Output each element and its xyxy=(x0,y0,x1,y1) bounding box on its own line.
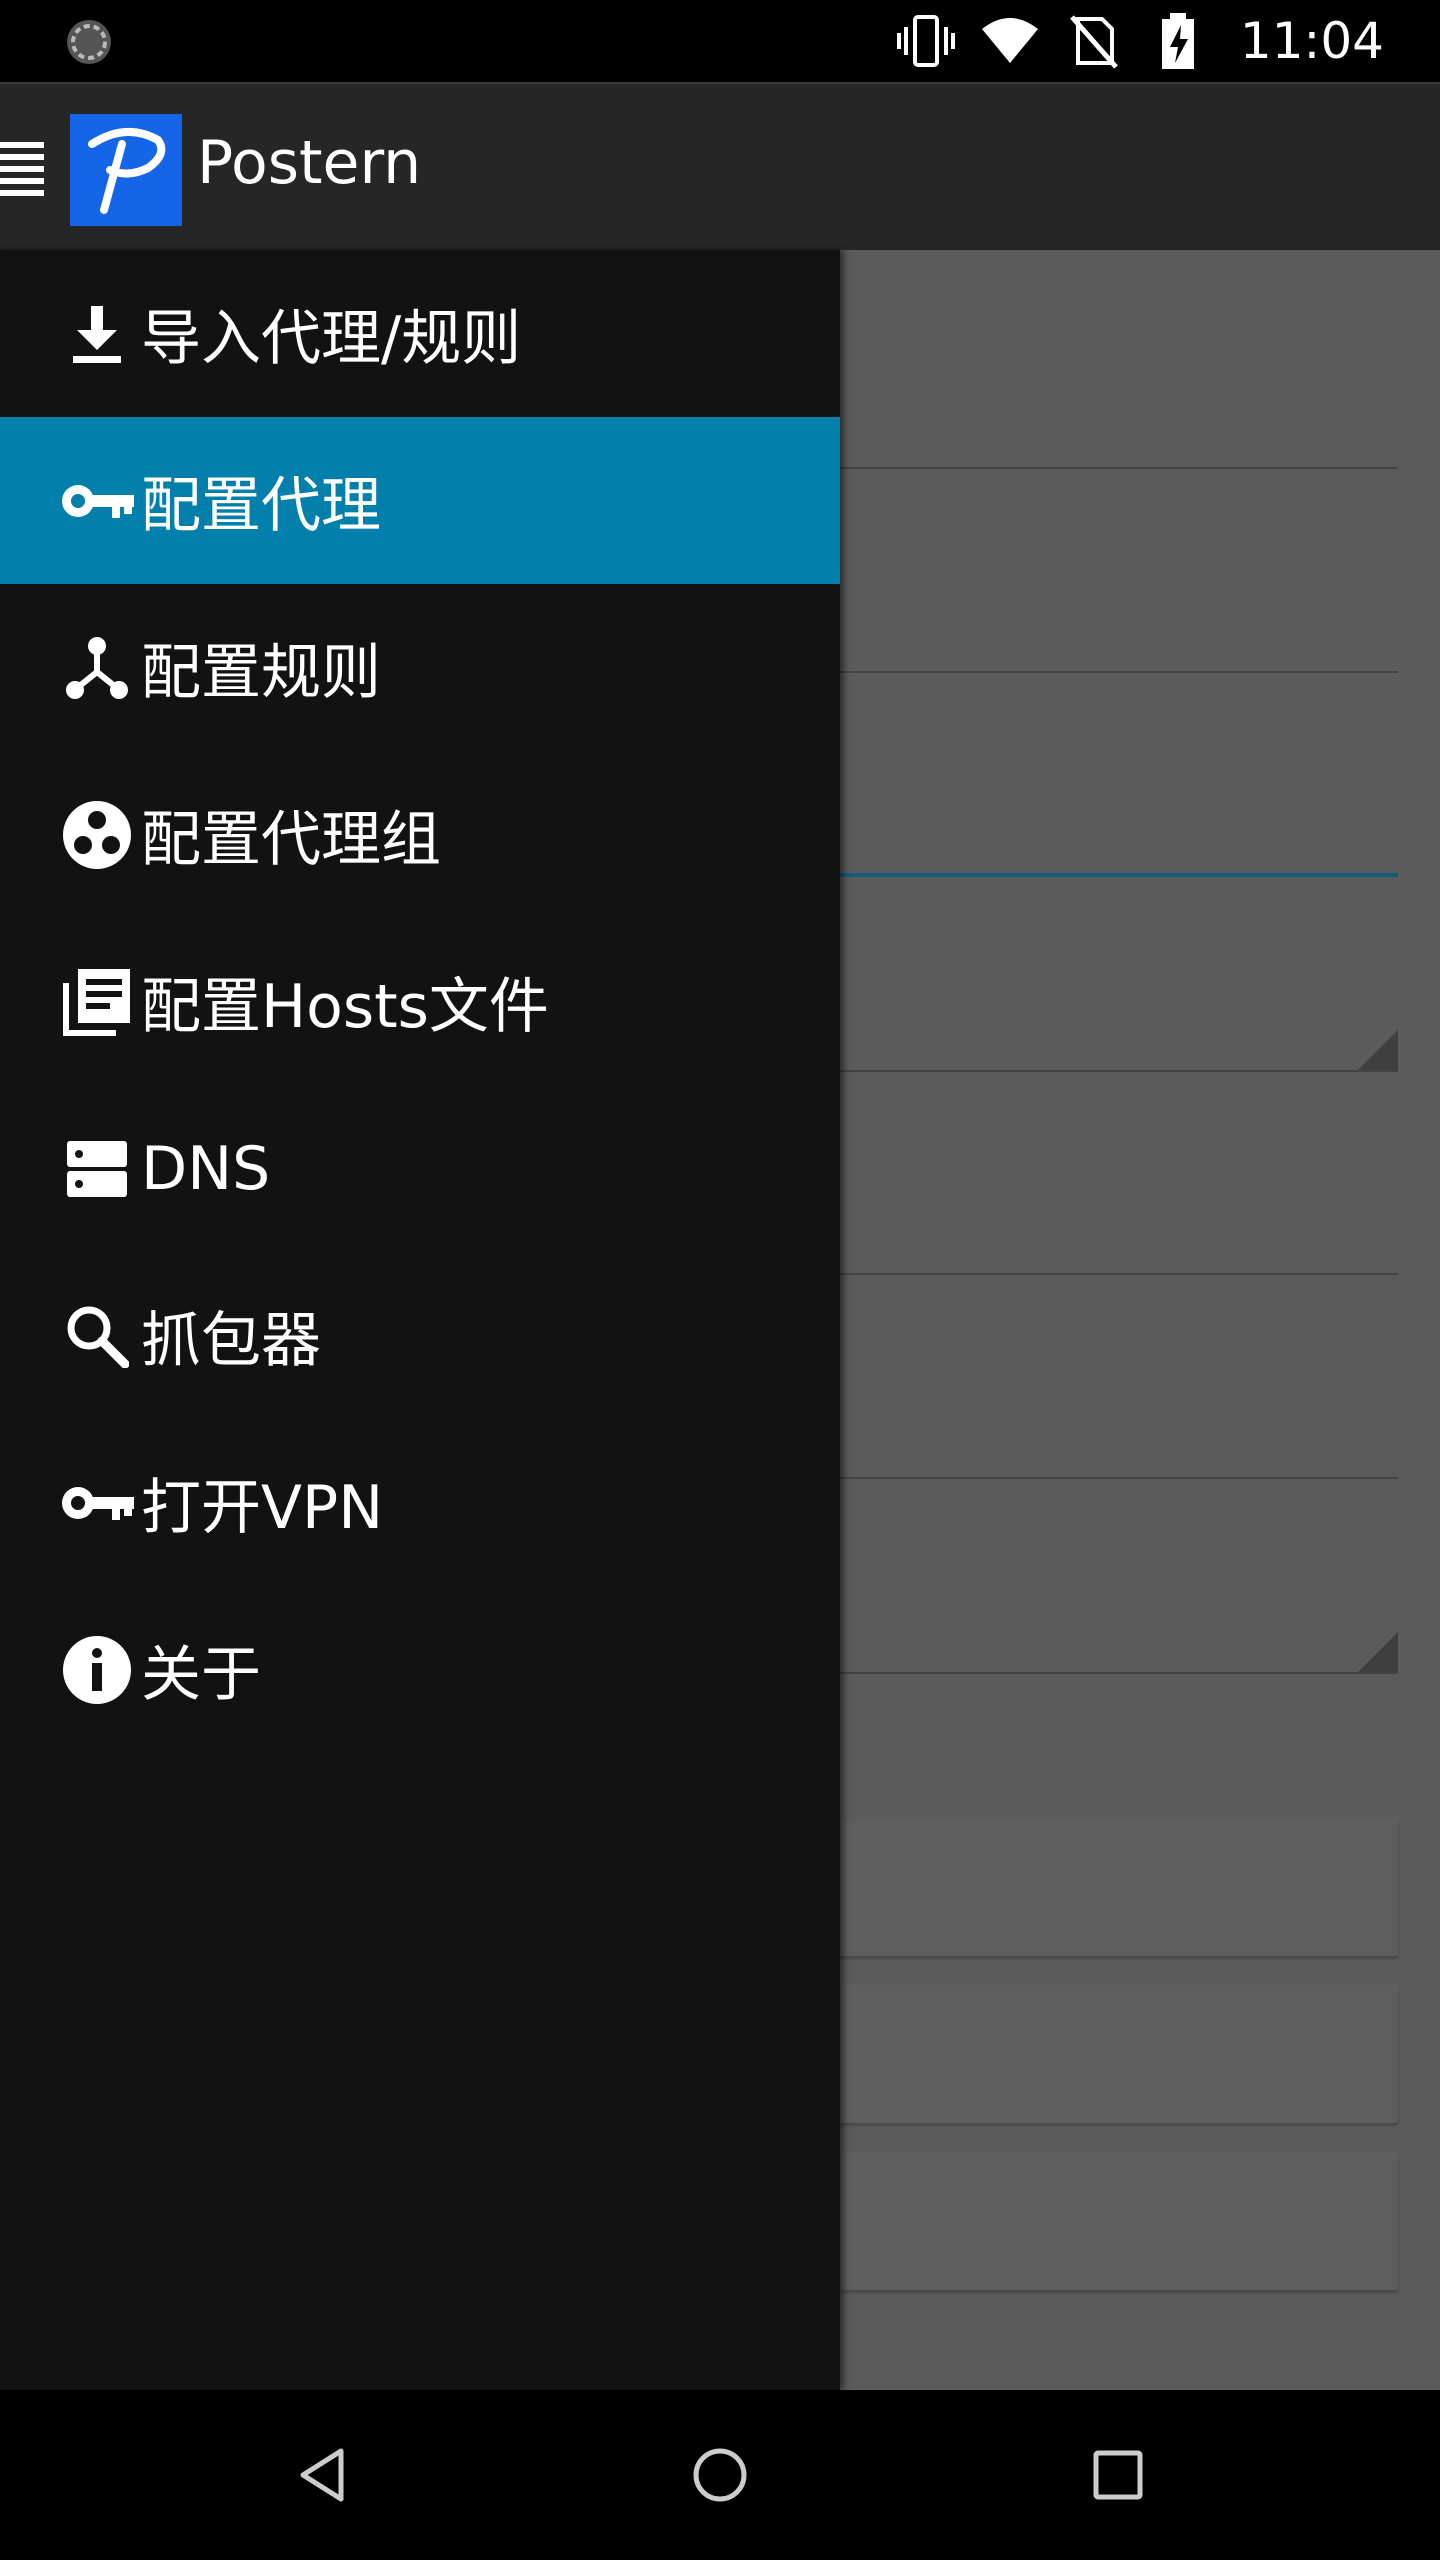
drawer-item-label: 抓包器 xyxy=(141,1306,321,1376)
key-icon xyxy=(60,464,134,538)
drawer-item-dns[interactable]: DNS xyxy=(0,1085,840,1252)
status-icons: 11:04 xyxy=(896,0,1384,82)
postern-logo[interactable] xyxy=(70,114,182,226)
drawer-item-packet-capture[interactable]: 抓包器 xyxy=(0,1252,840,1419)
document-list-icon xyxy=(60,965,134,1039)
drawer-item-label: 关于 xyxy=(141,1640,261,1710)
field-underline xyxy=(838,873,1398,877)
vpn-key-icon xyxy=(60,1466,134,1540)
drawer-item-label: 配置代理组 xyxy=(141,805,441,875)
spinner-arrow xyxy=(1358,1030,1398,1070)
background-button xyxy=(838,2152,1398,2290)
dns-server-icon xyxy=(60,1132,134,1206)
background-button xyxy=(838,1985,1398,2123)
home-icon[interactable] xyxy=(675,2430,765,2520)
drawer-item-label: 配置规则 xyxy=(141,638,381,708)
drawer-item-configure-proxy[interactable]: 配置代理 xyxy=(0,417,840,584)
drawer-item-label: 配置Hosts文件 xyxy=(141,972,549,1042)
drawer-item-label: 配置代理 xyxy=(141,471,381,541)
field-underline xyxy=(838,1273,1398,1275)
app-title: Postern xyxy=(197,128,422,198)
clock: 11:04 xyxy=(1239,12,1384,70)
no-sim-icon xyxy=(1064,11,1124,71)
field-underline xyxy=(838,467,1398,469)
field-underline xyxy=(838,671,1398,673)
field-underline xyxy=(838,1070,1398,1072)
search-icon xyxy=(60,1299,134,1373)
spinner-arrow xyxy=(1358,1632,1398,1672)
app-bar: Postern xyxy=(0,82,1440,250)
field-underline xyxy=(838,1672,1398,1674)
navigation-drawer: 导入代理/规则 配置代理 配置规则 配置代理组 配置Hosts文件 DNS 抓包… xyxy=(0,250,840,2390)
hamburger-icon[interactable] xyxy=(0,140,46,196)
drawer-item-about[interactable]: 关于 xyxy=(0,1586,840,1753)
drawer-item-configure-hosts[interactable]: 配置Hosts文件 xyxy=(0,918,840,1085)
drawer-item-open-vpn[interactable]: 打开VPN xyxy=(0,1419,840,1586)
status-bar: 11:04 xyxy=(0,0,1440,82)
vibrate-icon xyxy=(896,11,956,71)
rules-fork-icon xyxy=(60,631,134,705)
battery-charging-icon xyxy=(1148,11,1208,71)
wifi-icon xyxy=(980,11,1040,71)
drawer-item-configure-proxy-group[interactable]: 配置代理组 xyxy=(0,751,840,918)
info-icon xyxy=(60,1633,134,1707)
group-circles-icon xyxy=(60,798,134,872)
drawer-item-label: 打开VPN xyxy=(141,1473,384,1543)
drawer-item-configure-rules[interactable]: 配置规则 xyxy=(0,584,840,751)
drawer-item-label: 导入代理/规则 xyxy=(141,304,522,374)
sync-icon xyxy=(64,17,114,67)
download-icon xyxy=(60,297,134,371)
recents-icon[interactable] xyxy=(1073,2430,1163,2520)
field-underline xyxy=(838,1477,1398,1479)
background-button xyxy=(838,1818,1398,1956)
drawer-item-label: DNS xyxy=(141,1133,271,1204)
system-nav-bar xyxy=(0,2390,1440,2560)
drawer-item-import[interactable]: 导入代理/规则 xyxy=(0,250,840,417)
back-icon[interactable] xyxy=(278,2430,368,2520)
